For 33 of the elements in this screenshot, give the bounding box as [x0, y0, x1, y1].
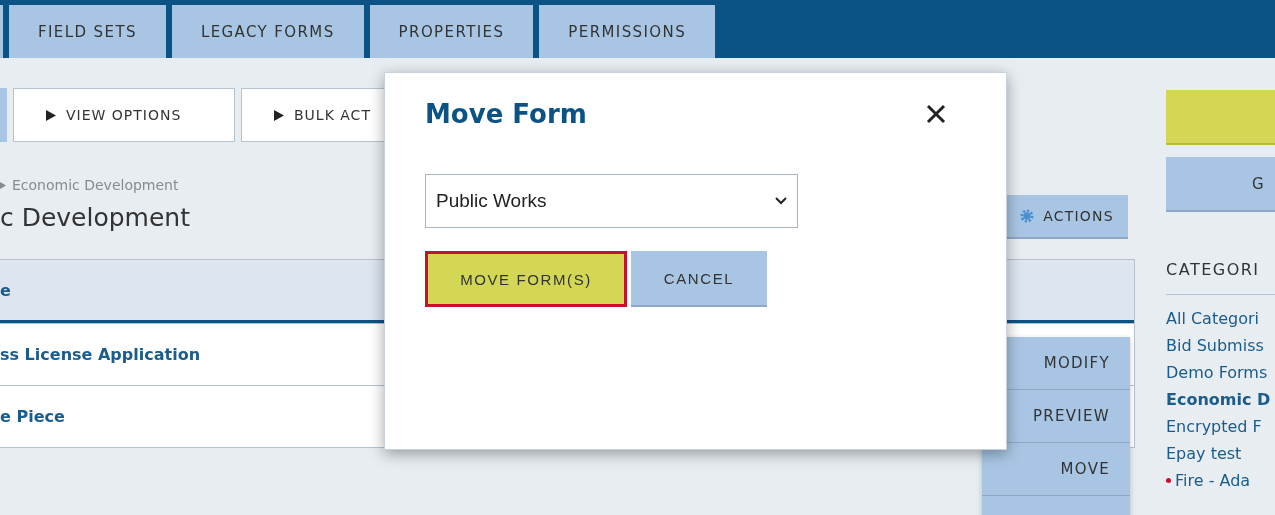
category-link[interactable]: Demo Forms	[1166, 363, 1275, 382]
column-header: e	[0, 280, 11, 300]
categories-heading: CATEGORI	[1166, 260, 1275, 295]
category-link[interactable]: Economic D	[1166, 390, 1275, 409]
form-link[interactable]: ss License Application	[0, 345, 201, 364]
primary-button[interactable]	[1166, 90, 1275, 145]
toolbar-button[interactable]: VIEW OPTIONS	[13, 88, 235, 142]
category-link[interactable]: All Categori	[1166, 309, 1275, 328]
category-select[interactable]: Public Works	[425, 174, 798, 228]
tab[interactable]: FIELD SETS	[9, 5, 166, 58]
caret-icon	[0, 181, 6, 189]
tab[interactable]	[0, 5, 3, 58]
category-link[interactable]: Epay test	[1166, 444, 1275, 463]
category-link[interactable]: Bid Submiss	[1166, 336, 1275, 355]
page-heading: c Development	[0, 202, 190, 232]
cancel-button[interactable]: CANCEL	[631, 251, 767, 307]
menu-item[interactable]: MOVE	[982, 443, 1130, 496]
form-link[interactable]: e Piece	[0, 407, 65, 426]
play-icon	[46, 109, 56, 121]
go-button[interactable]: G	[1166, 157, 1275, 212]
move-forms-button[interactable]: MOVE FORM(S)	[425, 251, 627, 307]
tab[interactable]: PERMISSIONS	[539, 5, 716, 58]
tab[interactable]: PROPERTIES	[369, 5, 534, 58]
category-link[interactable]: Fire - Ada	[1166, 471, 1275, 490]
alert-dot	[1166, 478, 1171, 483]
toolbar-button[interactable]	[0, 88, 7, 142]
category-link[interactable]: Encrypted F	[1166, 417, 1275, 436]
play-icon	[274, 109, 284, 121]
actions-button[interactable]: ACTIONS	[1005, 195, 1128, 239]
chevron-icon	[775, 197, 787, 205]
close-icon[interactable]	[926, 104, 946, 124]
tab[interactable]: LEGACY FORMS	[171, 5, 364, 58]
gear-icon	[1019, 208, 1036, 224]
